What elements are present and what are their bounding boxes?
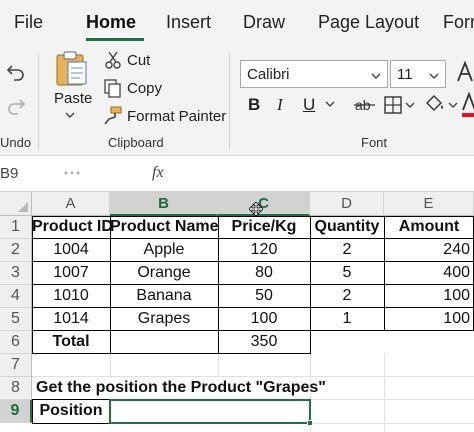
- header-amount[interactable]: Amount: [384, 216, 474, 239]
- gridline: [110, 353, 111, 377]
- formula-input[interactable]: [178, 162, 474, 186]
- cell-product-id[interactable]: 1010: [32, 285, 110, 308]
- active-tab-underline: [86, 38, 144, 41]
- copy-icon[interactable]: [104, 79, 122, 99]
- paste-icon[interactable]: [54, 50, 90, 88]
- total-label[interactable]: Total: [32, 331, 110, 354]
- cut-icon[interactable]: [104, 51, 122, 69]
- row-header-8[interactable]: 8: [0, 377, 32, 400]
- row-header-2[interactable]: 2: [0, 239, 32, 262]
- group-separator: [38, 54, 39, 150]
- font-name-select[interactable]: Calibri: [240, 60, 388, 88]
- tab-insert[interactable]: Insert: [166, 12, 211, 33]
- cell-product-name[interactable]: Grapes: [110, 308, 218, 331]
- row-header-3[interactable]: 3: [0, 262, 32, 285]
- more-options-icon[interactable]: [64, 170, 80, 176]
- clipboard-group-label: Clipboard: [108, 135, 164, 150]
- row-header-6[interactable]: 6: [0, 331, 32, 354]
- cell-quantity[interactable]: 2: [310, 285, 384, 308]
- borders-icon[interactable]: [384, 96, 402, 114]
- row-header-1[interactable]: 1: [0, 216, 32, 239]
- column-header-b[interactable]: B: [110, 192, 218, 216]
- header-product-name[interactable]: Product Name: [110, 216, 218, 239]
- undo-group-label: Undo: [0, 135, 32, 150]
- undo-icon[interactable]: [6, 62, 26, 82]
- column-header-d[interactable]: D: [310, 192, 384, 216]
- tab-draw[interactable]: Draw: [243, 12, 285, 33]
- bold-button[interactable]: B: [248, 95, 260, 115]
- column-header-a[interactable]: A: [32, 192, 110, 216]
- header-price-kg[interactable]: Price/Kg: [218, 216, 310, 239]
- cell-quantity[interactable]: 1: [310, 308, 384, 331]
- italic-button[interactable]: I: [277, 95, 283, 115]
- cell-price[interactable]: 80: [218, 262, 310, 285]
- underline-dropdown-chevron-icon[interactable]: [325, 101, 335, 108]
- format-painter-button[interactable]: Format Painter: [127, 108, 226, 125]
- column-header-c[interactable]: C: [218, 192, 310, 216]
- question-text[interactable]: Get the position the Product "Grapes": [32, 377, 332, 400]
- active-cell-b9[interactable]: [109, 399, 311, 424]
- row-header-4[interactable]: 4: [0, 285, 32, 308]
- cell-product-name[interactable]: Banana: [110, 285, 218, 308]
- total-value[interactable]: 350: [218, 331, 310, 354]
- cell-product-id[interactable]: 1007: [32, 262, 110, 285]
- cell-price[interactable]: 120: [218, 239, 310, 262]
- spreadsheet-grid: A B C D E 1 2 3 4 5 6 7 8 9 Product ID P…: [0, 192, 474, 432]
- cell-product-id[interactable]: 1014: [32, 308, 110, 331]
- select-all-triangle-icon: [18, 202, 28, 212]
- row-header-9[interactable]: 9: [0, 400, 32, 423]
- row-header-7[interactable]: 7: [0, 354, 32, 377]
- cell-amount[interactable]: 240: [384, 239, 474, 262]
- fill-handle[interactable]: [307, 420, 313, 426]
- fill-color-icon[interactable]: [424, 94, 446, 114]
- font-size-select[interactable]: 11: [390, 60, 446, 88]
- fill-color-dropdown-chevron-icon[interactable]: [448, 102, 458, 109]
- cell-price[interactable]: 50: [218, 285, 310, 308]
- underline-button[interactable]: U: [303, 95, 315, 115]
- insert-function-button[interactable]: fx: [152, 164, 164, 182]
- format-painter-icon[interactable]: [103, 106, 123, 126]
- cell-amount[interactable]: 100: [384, 285, 474, 308]
- ribbon-tabs: File Home Insert Draw Page Layout Form: [0, 0, 474, 46]
- tab-file[interactable]: File: [14, 12, 43, 33]
- position-label[interactable]: Position: [32, 400, 110, 423]
- name-box[interactable]: B9: [0, 162, 60, 186]
- copy-button[interactable]: Copy: [127, 80, 162, 97]
- move-cursor-icon: [249, 202, 263, 216]
- cell-product-id[interactable]: 1004: [32, 239, 110, 262]
- borders-dropdown-chevron-icon[interactable]: [405, 102, 415, 109]
- formula-bar: B9 fx: [0, 156, 474, 192]
- cell-amount[interactable]: 400: [384, 262, 474, 285]
- font-color-icon[interactable]: [462, 92, 474, 118]
- cell-price[interactable]: 100: [218, 308, 310, 331]
- increase-font-size-icon[interactable]: [456, 60, 474, 82]
- group-separator: [229, 54, 230, 150]
- tab-home[interactable]: Home: [86, 12, 136, 33]
- cell-quantity[interactable]: 5: [310, 262, 384, 285]
- select-all-corner[interactable]: [0, 192, 32, 216]
- cut-button[interactable]: Cut: [127, 52, 150, 69]
- cell-amount[interactable]: 100: [384, 308, 474, 331]
- redo-icon[interactable]: [6, 96, 26, 116]
- gridline: [218, 353, 219, 377]
- paste-dropdown-chevron-icon[interactable]: [65, 112, 75, 119]
- cell-product-name[interactable]: Apple: [110, 239, 218, 262]
- strikethrough-icon[interactable]: ab: [354, 96, 376, 114]
- chevron-down-icon: [429, 67, 439, 84]
- chevron-down-icon: [371, 67, 381, 84]
- gridline: [384, 353, 385, 432]
- cell-quantity[interactable]: 2: [310, 239, 384, 262]
- tab-formulas[interactable]: Form: [443, 12, 474, 33]
- font-group-label: Font: [361, 135, 388, 150]
- font-name-value: Calibri: [247, 66, 290, 83]
- paste-button-label[interactable]: Paste: [54, 90, 92, 107]
- font-size-value: 11: [397, 66, 413, 83]
- row-header-5[interactable]: 5: [0, 308, 32, 331]
- header-quantity[interactable]: Quantity: [310, 216, 384, 239]
- cell-product-name[interactable]: Orange: [110, 262, 218, 285]
- header-product-id[interactable]: Product ID: [32, 216, 113, 239]
- ribbon: Undo Paste Cut Copy Format Painter Clipb…: [0, 46, 474, 156]
- column-header-e[interactable]: E: [384, 192, 474, 216]
- tab-page-layout[interactable]: Page Layout: [318, 12, 419, 33]
